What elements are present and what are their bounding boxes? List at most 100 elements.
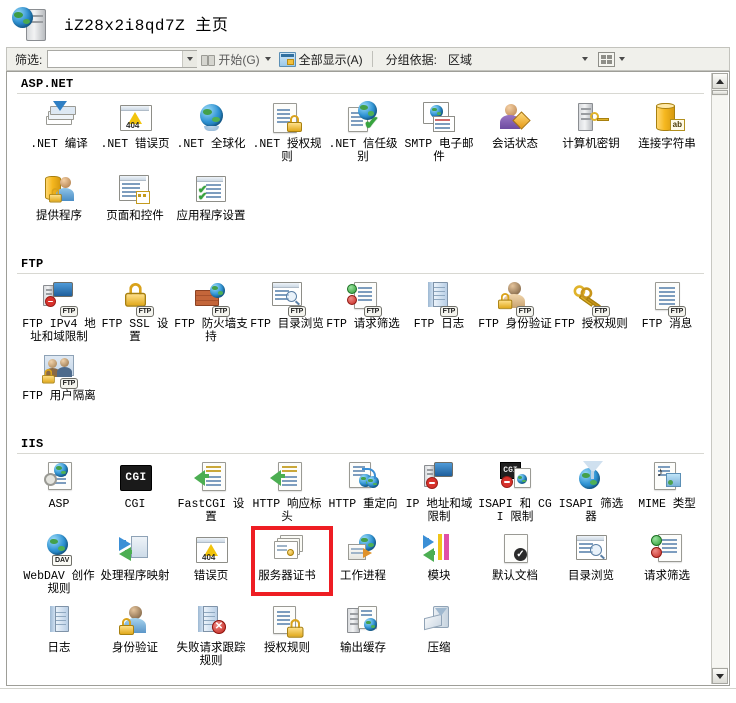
smtp-email-icon	[421, 100, 457, 136]
filter-dropdown-arrow[interactable]	[182, 51, 198, 67]
feature-tile-ftp-firewall-support[interactable]: FTP FTP 防火墙支持	[173, 280, 249, 346]
group-by-dropdown-arrow[interactable]	[578, 51, 592, 67]
feature-tile-failed-request-tracing-rules[interactable]: ✕ 失败请求跟踪规则	[173, 604, 249, 670]
check-icon: ✓	[514, 548, 527, 561]
tile-label: WebDAV 创作规则	[23, 570, 95, 596]
tile-label: 目录浏览	[568, 570, 614, 583]
feature-tile-net-trust-levels[interactable]: ✔ .NET 信任级别	[325, 100, 401, 166]
ftp-badge: FTP	[439, 306, 458, 317]
feature-tile-net-error-pages[interactable]: 404 .NET 错误页	[97, 100, 173, 166]
feature-tile-ftp-ipv4-restrictions[interactable]: FTP FTP IPv4 地址和域限制	[21, 280, 97, 346]
feature-tile-http-redirect[interactable]: HTTP 重定向	[325, 460, 401, 526]
ftp-authorization-rules-icon: FTP	[571, 280, 610, 317]
start-button[interactable]: 开始(G)	[197, 49, 274, 69]
feature-tile-application-settings[interactable]: ✔ ✔ 应用程序设置	[173, 172, 249, 238]
feature-tile-worker-processes[interactable]: 工作进程	[325, 532, 401, 598]
tile-label: .NET 信任级别	[328, 138, 398, 164]
feature-tile-smtp-email[interactable]: SMTP 电子邮件	[401, 100, 477, 166]
view-mode-button[interactable]	[598, 51, 616, 67]
feature-tile-net-authorization-rules[interactable]: .NET 授权规则	[249, 100, 325, 166]
feature-tile-directory-browsing[interactable]: 目录浏览	[553, 532, 629, 598]
show-all-button[interactable]: 全部显示(A)	[275, 49, 367, 69]
tile-label: FastCGI 设置	[177, 498, 245, 524]
start-button-label: 开始(G)	[218, 52, 260, 67]
scrollbar-track[interactable]	[712, 96, 728, 667]
tile-label: ISAPI 筛选器	[558, 498, 624, 524]
scroll-down-button[interactable]	[712, 668, 728, 684]
feature-tile-modules[interactable]: 模块	[401, 532, 477, 598]
vertical-scrollbar[interactable]	[711, 73, 728, 684]
tile-label: FTP 用户隔离	[22, 390, 96, 403]
feature-tile-ip-domain-restrictions[interactable]: IP 地址和域限制	[401, 460, 477, 526]
net-globalization-icon	[193, 100, 229, 136]
feature-tile-session-state[interactable]: 会话状态	[477, 100, 553, 166]
filter-combobox[interactable]	[47, 50, 198, 68]
group-by-combobox[interactable]: 区域	[444, 51, 592, 68]
feature-tile-providers[interactable]: 提供程序	[21, 172, 97, 238]
tile-label: FTP IPv4 地址和域限制	[22, 318, 96, 344]
ftp-badge: FTP	[515, 306, 534, 317]
providers-icon	[41, 172, 77, 208]
feature-tile-ftp-request-filtering[interactable]: FTP FTP 请求筛选	[325, 280, 401, 346]
scrollbar-thumb[interactable]	[712, 90, 728, 95]
feature-tile-ftp-messages[interactable]: FTP FTP 消息	[629, 280, 705, 346]
feature-tile-asp[interactable]: ASP	[21, 460, 97, 526]
feature-tile-compression[interactable]: 压缩	[401, 604, 477, 670]
tile-label: FTP 身份验证	[478, 318, 552, 331]
tile-label: 输出缓存	[340, 642, 386, 655]
tile-label: FTP 请求筛选	[326, 318, 400, 331]
feature-tile-net-globalization[interactable]: .NET 全球化	[173, 100, 249, 166]
feature-tile-webdav-authoring-rules[interactable]: DAV WebDAV 创作规则	[21, 532, 97, 598]
feature-tile-isapi-filters[interactable]: ISAPI 筛选器	[553, 460, 629, 526]
filter-label: 筛选:	[15, 52, 43, 67]
feature-tile-isapi-cgi-restrictions[interactable]: CGI ISAPI 和 CGI 限制	[477, 460, 553, 526]
tile-label: MIME 类型	[638, 498, 696, 511]
ftp-badge: FTP	[591, 306, 610, 317]
ftp-badge: FTP	[667, 306, 686, 317]
feature-tile-ftp-authentication[interactable]: FTP FTP 身份验证	[477, 280, 553, 346]
feature-tile-machine-key[interactable]: 计算机密钥	[553, 100, 629, 166]
feature-tile-ftp-directory-browsing[interactable]: FTP FTP 目录浏览	[249, 280, 325, 346]
handler-mappings-icon	[117, 532, 153, 568]
feature-tile-ftp-user-isolation[interactable]: FTP FTP 用户隔离	[21, 352, 97, 418]
feature-tile-logging[interactable]: 日志	[21, 604, 97, 670]
feature-tile-http-response-headers[interactable]: HTTP 响应标头	[249, 460, 325, 526]
tile-label: .NET 错误页	[100, 138, 170, 151]
show-all-icon	[278, 51, 296, 67]
feature-tile-handler-mappings[interactable]: 处理程序映射	[97, 532, 173, 598]
tile-label: .NET 编译	[30, 138, 88, 151]
feature-tile-default-document[interactable]: ✓ 默认文档	[477, 532, 553, 598]
feature-tile-fastcgi-settings[interactable]: FastCGI 设置	[173, 460, 249, 526]
filter-input[interactable]	[48, 51, 183, 67]
feature-tile-server-certificates[interactable]: 服务器证书	[249, 526, 333, 598]
feature-tile-output-caching[interactable]: 输出缓存	[325, 604, 401, 670]
feature-tile-authentication[interactable]: 身份验证	[97, 604, 173, 670]
ftp-badge: FTP	[59, 378, 78, 389]
tile-label: .NET 授权规则	[252, 138, 322, 164]
ftp-user-isolation-icon: FTP	[41, 352, 78, 389]
feature-tile-pages-and-controls[interactable]: 页面和控件	[97, 172, 173, 238]
feature-tile-error-pages[interactable]: 404 错误页	[173, 532, 249, 598]
feature-tile-ftp-ssl-settings[interactable]: FTP FTP SSL 设置	[97, 280, 173, 346]
error-x-icon: ✕	[212, 620, 226, 634]
feature-tile-authorization-rules[interactable]: 授权规则	[249, 604, 325, 670]
group-header-ftp: FTP	[21, 257, 44, 271]
ftp-messages-icon: FTP	[649, 280, 686, 317]
scroll-down-icon	[716, 673, 724, 679]
ftp-request-filtering-icon: FTP	[345, 280, 382, 317]
error-pages-icon: 404	[193, 532, 229, 568]
feature-tile-ftp-authorization-rules[interactable]: FTP FTP 授权规则	[553, 280, 629, 346]
view-mode-dropdown-arrow[interactable]	[615, 51, 629, 67]
scroll-up-button[interactable]	[712, 73, 728, 89]
mime-types-icon: ♪	[649, 460, 685, 496]
error-code-404: 404	[126, 121, 140, 130]
tile-label: FTP 防火墙支持	[174, 318, 248, 344]
start-dropdown-icon[interactable]	[264, 57, 271, 61]
tile-label: 工作进程	[340, 570, 386, 583]
feature-tile-request-filtering[interactable]: 请求筛选	[629, 532, 705, 598]
feature-tile-net-compilation[interactable]: .NET 编译	[21, 100, 97, 166]
feature-tile-cgi[interactable]: CGI CGI	[97, 460, 173, 526]
feature-tile-connection-strings[interactable]: ab 连接字符串	[629, 100, 705, 166]
feature-tile-ftp-logging[interactable]: FTP FTP 日志	[401, 280, 477, 346]
feature-tile-mime-types[interactable]: ♪ MIME 类型	[629, 460, 705, 526]
